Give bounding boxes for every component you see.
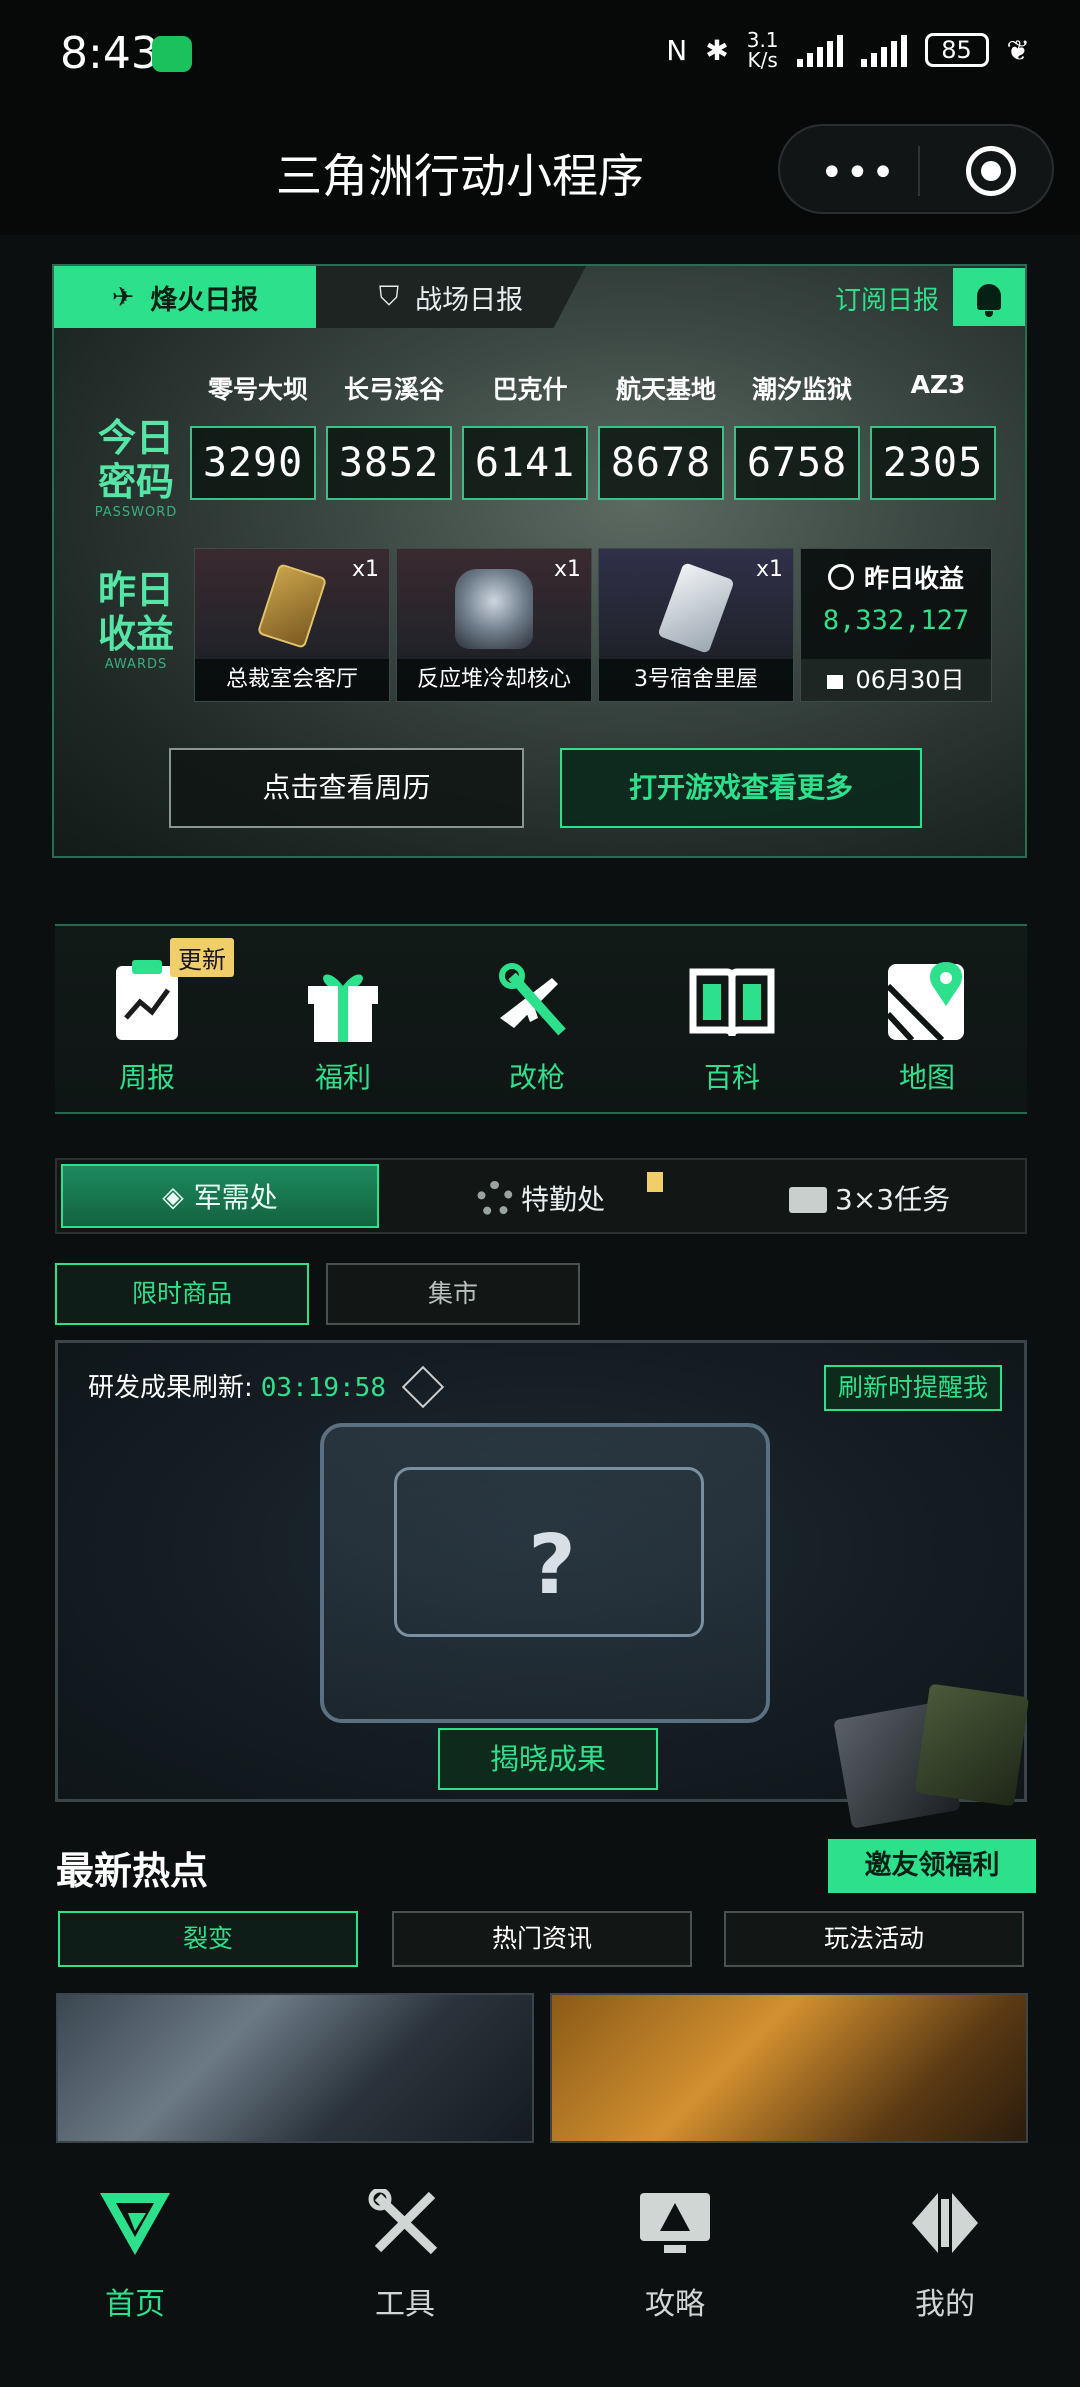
shortcut-map[interactable]: 地图 <box>867 956 987 1096</box>
tab-market[interactable]: 集市 <box>326 1263 580 1325</box>
awards-row: x1 总裁室会客厅 x1 反应堆冷却核心 x1 3号宿舍里屋 昨日收益 8,33… <box>194 548 992 702</box>
nav-guide[interactable]: 攻略 <box>590 2189 760 2323</box>
nav-profile[interactable]: 我的 <box>860 2189 1030 2323</box>
alert-badge <box>647 1172 663 1192</box>
password-codes: 3290 3852 6141 8678 6758 2305 <box>190 426 1010 500</box>
remind-me-button[interactable]: 刷新时提醒我 <box>824 1365 1002 1411</box>
map-name: 巴克什 <box>492 375 568 404</box>
award-card[interactable]: x1 总裁室会客厅 <box>194 548 390 702</box>
research-refresh: 研发成果刷新: 03:19:58 <box>88 1365 445 1409</box>
book-icon <box>687 956 777 1046</box>
home-logo-icon <box>98 2189 172 2257</box>
earnings-value: 8,332,127 <box>822 605 970 636</box>
shortcut-weekly[interactable]: 周报 <box>87 956 207 1096</box>
subscribe-report-link[interactable]: 订阅日报 <box>835 280 939 317</box>
news-thumbnail[interactable] <box>550 1993 1028 2143</box>
reveal-result-button[interactable]: 揭晓成果 <box>438 1728 658 1790</box>
password-code: 3852 <box>326 426 452 500</box>
tab-limited-goods[interactable]: 限时商品 <box>55 1263 309 1325</box>
shortcut-welfare[interactable]: 福利 <box>283 956 403 1096</box>
guide-monitor-icon <box>638 2189 712 2257</box>
map-name: 长弓溪谷 <box>343 375 444 404</box>
profile-icon <box>908 2189 982 2257</box>
password-code: 6758 <box>734 426 860 500</box>
leaf-icon: ❦ <box>1006 33 1030 67</box>
map-name: AZ3 <box>910 370 966 399</box>
bell-icon[interactable] <box>953 268 1025 326</box>
reactor-core-icon <box>455 569 533 649</box>
briefcase-icon <box>789 1187 827 1213</box>
news-thumbnail[interactable] <box>56 1993 534 2143</box>
tools-icon <box>368 2187 442 2257</box>
battery-icon: 85 <box>924 33 989 67</box>
segment-tabs: ◈ 军需处 特勤处 3×3任务 <box>55 1158 1027 1234</box>
tab-special-ops[interactable]: 特勤处 <box>477 1178 605 1218</box>
tab-3x3-missions[interactable]: 3×3任务 <box>789 1178 950 1218</box>
bottom-nav: 首页 工具 攻略 我的 <box>0 2143 1080 2387</box>
shortcut-row: 周报 更新 福利 改枪 百科 地图 <box>55 924 1027 1114</box>
bluetooth-icon: ✱ <box>705 33 729 67</box>
target-icon[interactable] <box>966 146 1016 196</box>
award-card[interactable]: x1 反应堆冷却核心 <box>396 548 592 702</box>
password-code: 3290 <box>190 426 316 500</box>
view-calendar-button[interactable]: 点击查看周历 <box>169 748 524 828</box>
keycard-gold-icon <box>256 563 328 649</box>
crate-window: ? <box>394 1467 704 1637</box>
status-bar: 8:43 N ✱ 3.1 K/s 85 ❦ <box>0 0 1080 110</box>
password-code: 8678 <box>598 426 724 500</box>
open-game-button[interactable]: 打开游戏查看更多 <box>560 748 922 828</box>
hot-section-title: 最新热点 <box>56 1849 209 1893</box>
miniprogram-capsule: ••• <box>778 124 1054 214</box>
gun-mod-icon <box>492 956 582 1046</box>
tab-gameplay-events[interactable]: 玩法活动 <box>724 1911 1024 1967</box>
refresh-timer: 03:19:58 <box>260 1373 386 1403</box>
tab-quartermaster[interactable]: ◈ 军需处 <box>61 1164 379 1228</box>
nav-tools[interactable]: 工具 <box>320 2187 490 2323</box>
shortcut-gunmod[interactable]: 改枪 <box>477 956 597 1096</box>
nav-home[interactable]: 首页 <box>50 2189 220 2323</box>
status-time: 8:43 <box>60 28 159 79</box>
gift-icon <box>298 956 388 1046</box>
awards-label: 昨日 收益 AWARDS <box>97 568 174 672</box>
title-bar: 三角洲行动小程序 ••• <box>0 110 1080 235</box>
more-dots-icon[interactable]: ••• <box>820 150 897 196</box>
gear-icon <box>477 1181 513 1217</box>
award-card[interactable]: x1 3号宿舍里屋 <box>598 548 794 702</box>
signal-icon-2 <box>860 33 907 67</box>
nfc-icon: N <box>666 33 688 67</box>
password-code: 2305 <box>870 426 996 500</box>
invite-friends-button[interactable]: 邀友领福利 <box>828 1839 1036 1893</box>
tab-fenghuo-report[interactable]: ✈ 烽火日报 <box>54 266 316 328</box>
mystery-crate: ? <box>320 1423 770 1723</box>
map-name: 潮汐监狱 <box>751 375 852 404</box>
map-name: 航天基地 <box>615 375 716 404</box>
ammo-crate-image <box>832 1670 1032 1830</box>
signal-icon <box>796 33 843 67</box>
keycard-white-icon <box>657 562 735 654</box>
shortcut-wiki[interactable]: 百科 <box>672 956 792 1096</box>
wechat-icon <box>152 36 192 72</box>
shield-icon: ⛉ <box>378 281 400 312</box>
diamond-icon: ◈ <box>162 1179 184 1213</box>
capsule-divider <box>918 146 920 196</box>
drone-icon: ✈ <box>111 281 135 313</box>
map-names: 零号大坝 长弓溪谷 巴克什 航天基地 潮汐监狱 AZ3 <box>190 370 1010 406</box>
password-code: 6141 <box>462 426 588 500</box>
tab-battlefield-report[interactable]: ⛉ 战场日报 <box>316 266 586 328</box>
password-label: 今日 密码 PASSWORD <box>94 416 178 520</box>
tab-hot-news[interactable]: 热门资讯 <box>392 1911 692 1967</box>
update-badge: 更新 <box>170 938 234 977</box>
tab-fission[interactable]: 裂变 <box>58 1911 358 1967</box>
earnings-card: 昨日收益 8,332,127 06月30日 <box>800 548 992 702</box>
map-pin-icon <box>882 956 972 1046</box>
mystery-icon: ? <box>528 1518 576 1613</box>
daily-report-card: ✈ 烽火日报 ⛉ 战场日报 订阅日报 今日 密码 PASSWORD 昨日 收益 … <box>52 264 1027 858</box>
help-icon[interactable] <box>401 1365 445 1409</box>
report-tabs: ✈ 烽火日报 ⛉ 战场日报 订阅日报 <box>54 266 1025 328</box>
net-speed: 3.1 K/s <box>746 28 779 72</box>
earnings-title: 昨日收益 <box>801 559 991 595</box>
status-indicators: N ✱ 3.1 K/s 85 ❦ <box>666 30 1030 70</box>
earnings-date: 06月30日 <box>801 659 991 701</box>
map-name: 零号大坝 <box>207 375 308 404</box>
